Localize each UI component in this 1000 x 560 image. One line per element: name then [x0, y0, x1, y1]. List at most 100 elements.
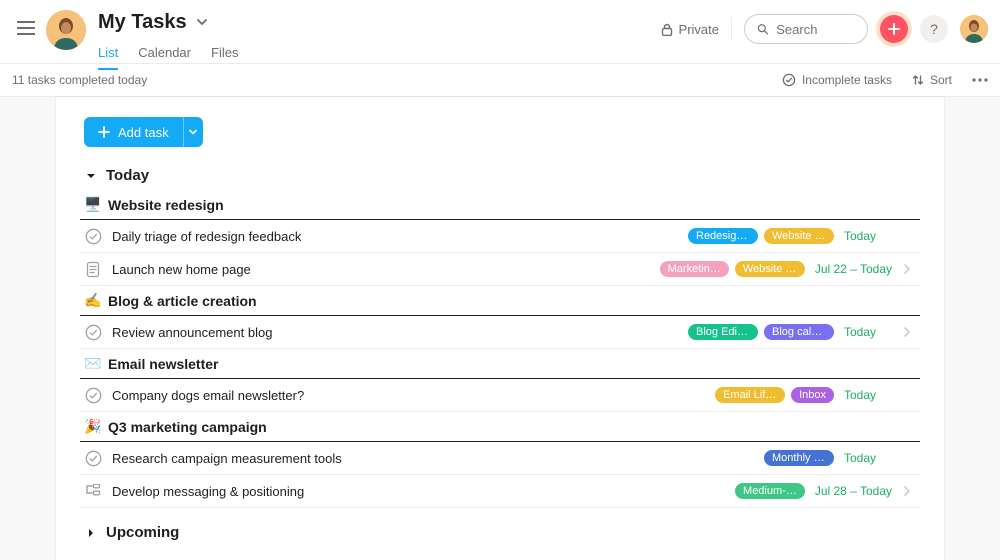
question-icon: ?: [930, 21, 938, 37]
tag[interactable]: Email Life…: [715, 387, 785, 403]
task-tags: Medium-…: [735, 483, 805, 499]
section-upcoming-header[interactable]: Upcoming: [56, 518, 944, 547]
sort-label: Sort: [930, 73, 952, 87]
details-chevron-icon[interactable]: [898, 326, 916, 338]
avatar[interactable]: [46, 10, 86, 50]
group-title: Q3 marketing campaign: [108, 419, 267, 435]
tag[interactable]: Blog Edit…: [688, 324, 758, 340]
plus-icon: [887, 22, 901, 36]
filter-incomplete[interactable]: Incomplete tasks: [782, 73, 892, 87]
tag[interactable]: Medium-…: [735, 483, 805, 499]
complete-checkbox[interactable]: [84, 449, 102, 467]
task-name: Review announcement blog: [112, 325, 680, 340]
privacy-indicator[interactable]: Private: [661, 22, 719, 37]
help-button[interactable]: ?: [920, 15, 948, 43]
section-upcoming-title: Upcoming: [106, 524, 179, 541]
complete-checkbox[interactable]: [84, 227, 102, 245]
group-emoji: 🎉: [84, 418, 102, 435]
add-task-button[interactable]: Add task: [84, 117, 183, 147]
sort-button[interactable]: Sort: [912, 73, 952, 87]
task-row[interactable]: Research campaign measurement tools Month…: [80, 442, 920, 475]
tag[interactable]: Redesign …: [688, 228, 758, 244]
group-emoji: ✍️: [84, 292, 102, 309]
caret-right-icon: [84, 528, 98, 538]
title-dropdown[interactable]: [195, 15, 209, 29]
due-date[interactable]: Today: [844, 325, 892, 339]
details-chevron-icon[interactable]: [898, 485, 916, 497]
group-header[interactable]: 🖥️ Website redesign: [80, 192, 920, 220]
add-task-label: Add task: [118, 125, 169, 140]
title-block: My Tasks List Calendar Files: [98, 8, 661, 70]
task-row[interactable]: Launch new home pageMarketin…Website L…J…: [80, 253, 920, 286]
tab-files[interactable]: Files: [211, 45, 238, 70]
tag[interactable]: Inbox: [791, 387, 834, 403]
global-add-button[interactable]: [880, 15, 908, 43]
topbar: My Tasks ListCalendarFiles Private ?: [0, 0, 1000, 64]
more-icon: [972, 78, 988, 82]
workspace: Add task Today 🖥️ Website redesign Daily t…: [0, 97, 1000, 560]
due-date[interactable]: Jul 22 – Today: [815, 262, 892, 276]
due-date[interactable]: Today: [844, 388, 892, 402]
task-row[interactable]: Develop messaging & positioning Medium-… J…: [80, 475, 920, 508]
completed-count: 11 tasks completed today: [12, 73, 147, 87]
chevron-down-icon: [188, 127, 198, 137]
lock-icon: [661, 23, 673, 36]
add-task-dropdown[interactable]: [183, 117, 203, 147]
section-today-header[interactable]: Today: [56, 161, 944, 190]
more-menu[interactable]: [972, 78, 988, 82]
group-header[interactable]: ✉️ Email newsletter: [80, 351, 920, 379]
user-menu-avatar[interactable]: [960, 15, 988, 43]
search-input[interactable]: [776, 22, 855, 37]
due-date[interactable]: Jul 28 – Today: [815, 484, 892, 498]
task-row[interactable]: Review announcement blog Blog Edit… Blog c…: [80, 316, 920, 349]
task-row[interactable]: Daily triage of redesign feedback Redesig…: [80, 220, 920, 253]
group-header[interactable]: ✍️ Blog & article creation: [80, 288, 920, 316]
complete-checkbox[interactable]: [84, 323, 102, 341]
due-date[interactable]: Today: [844, 451, 892, 465]
tag[interactable]: Blog cale…: [764, 324, 834, 340]
tag[interactable]: Marketin…: [660, 261, 729, 277]
tab-calendar[interactable]: Calendar: [138, 45, 191, 70]
task-tags: Monthly t…: [764, 450, 834, 466]
group-emoji: ✉️: [84, 355, 102, 372]
sort-icon: [912, 74, 924, 86]
group-emoji: 🖥️: [84, 196, 102, 213]
chevron-down-icon: [195, 15, 209, 29]
group-title: Blog & article creation: [108, 293, 257, 309]
check-circle-icon: [782, 73, 796, 87]
caret-down-icon: [84, 171, 98, 181]
plus-icon: [98, 126, 110, 138]
filter-incomplete-label: Incomplete tasks: [802, 73, 892, 87]
group-title: Website redesign: [108, 197, 224, 213]
section-today-title: Today: [106, 167, 149, 184]
task-name: Daily triage of redesign feedback: [112, 229, 680, 244]
task-name: Company dogs email newsletter?: [112, 388, 707, 403]
task-tags: Redesign … Website L…: [688, 228, 834, 244]
group-header[interactable]: 🎉 Q3 marketing campaign: [80, 414, 920, 442]
task-name: Develop messaging & positioning: [112, 484, 727, 499]
task-row[interactable]: Company dogs email newsletter? Email Life…: [80, 379, 920, 412]
task-sheet: Add task Today 🖥️ Website redesign Daily t…: [56, 97, 944, 560]
sheet-toolbar: Add task: [56, 107, 944, 161]
details-chevron-icon[interactable]: [898, 263, 916, 275]
due-date[interactable]: Today: [844, 229, 892, 243]
privacy-label: Private: [679, 22, 719, 37]
separator: [731, 17, 732, 41]
complete-checkbox[interactable]: [84, 386, 102, 404]
group-title: Email newsletter: [108, 356, 219, 372]
tab-list[interactable]: List: [98, 45, 118, 70]
search-box[interactable]: [744, 14, 868, 44]
task-name: Research campaign measurement tools: [112, 451, 756, 466]
subtask-icon: [84, 482, 102, 500]
task-tags: Marketin… Website L…: [660, 261, 805, 277]
menu-button[interactable]: [12, 14, 40, 42]
task-tags: Blog Edit… Blog cale…: [688, 324, 834, 340]
task-tags: Email Life… Inbox: [715, 387, 834, 403]
topbar-right: Private ?: [661, 14, 988, 44]
tabs: List Calendar Files: [98, 40, 661, 70]
tag[interactable]: Website L…: [735, 261, 805, 277]
tag[interactable]: Website L…: [764, 228, 834, 244]
tag[interactable]: Monthly t…: [764, 450, 834, 466]
page-title: My Tasks: [98, 8, 187, 36]
search-icon: [757, 22, 768, 36]
